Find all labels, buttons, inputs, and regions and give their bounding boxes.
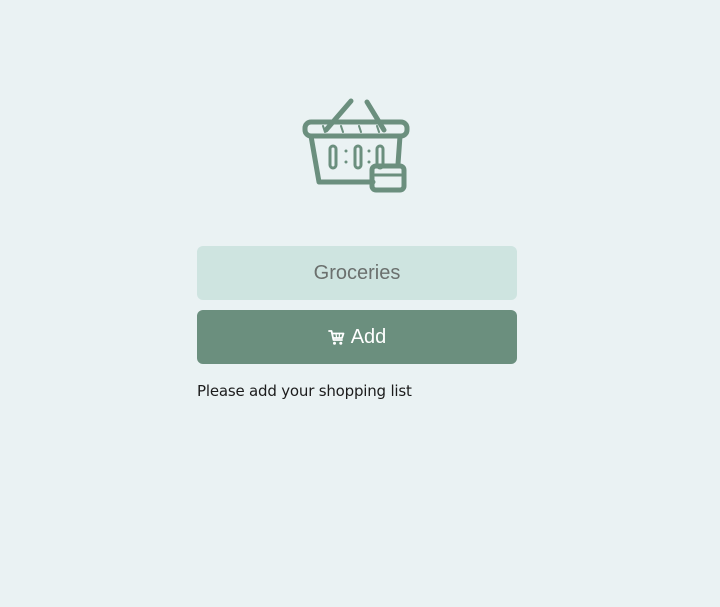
cart-icon: [327, 329, 345, 346]
status-message: Please add your shopping list: [197, 382, 412, 400]
add-button-label: Add: [350, 325, 387, 348]
add-button[interactable]: Add: [197, 310, 517, 364]
item-input[interactable]: [197, 246, 517, 300]
shopping-list-app: Add Please add your shopping list: [0, 0, 720, 607]
add-item-form: Add Please add your shopping list: [197, 246, 517, 400]
basket-icon: [301, 96, 411, 196]
